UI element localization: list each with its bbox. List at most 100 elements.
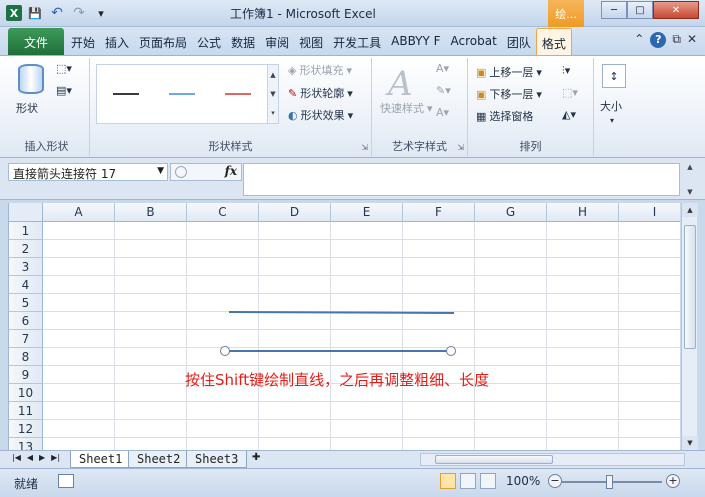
undo-icon[interactable]: ↶ <box>48 4 66 22</box>
textbox-icon[interactable]: ▤▾ <box>56 84 72 97</box>
close-workbook-icon[interactable]: ✕ <box>687 32 697 48</box>
column-header[interactable]: I <box>619 203 680 222</box>
style-option-blue[interactable] <box>169 93 195 95</box>
insert-sheet-icon[interactable]: ✚ <box>252 452 270 466</box>
style-option-dark[interactable] <box>113 93 139 95</box>
customize-qat-icon[interactable]: ▾ <box>92 4 110 22</box>
send-backward-button[interactable]: ▣ 下移一层 ▾ <box>476 86 542 102</box>
text-outline-icon[interactable]: ✎▾ <box>436 84 451 97</box>
row-header[interactable]: 7 <box>9 330 43 348</box>
shape-fill-button[interactable]: ◈ 形状填充 ▾ <box>288 62 352 78</box>
row-header[interactable]: 13 <box>9 438 43 450</box>
size-dropdown-icon[interactable]: ▾ <box>610 116 614 125</box>
rotate-icon[interactable]: ◭▾ <box>562 108 576 121</box>
tab-6[interactable]: 视图 <box>294 28 328 55</box>
scroll-up-icon[interactable]: ▲ <box>682 203 698 217</box>
zoom-level[interactable]: 100% <box>506 474 540 488</box>
excel-logo-icon[interactable]: X <box>6 5 22 21</box>
sheet-tab-2[interactable]: Sheet2 <box>128 451 190 468</box>
column-header[interactable]: H <box>547 203 619 222</box>
sheet-tab-1[interactable]: Sheet1 <box>70 451 132 468</box>
insert-function-button[interactable]: fx <box>225 164 237 178</box>
selection-pane-button[interactable]: ▦ 选择窗格 <box>476 108 533 124</box>
size-button[interactable]: 大小 <box>600 98 622 114</box>
tab-7[interactable]: 开发工具 <box>328 28 386 55</box>
column-header[interactable]: B <box>115 203 187 222</box>
row-header[interactable]: 2 <box>9 240 43 258</box>
bring-forward-button[interactable]: ▣ 上移一层 ▾ <box>476 64 542 80</box>
shape-outline-button[interactable]: ✎ 形状轮廓 ▾ <box>288 85 353 101</box>
tab-8[interactable]: ABBYY F <box>386 28 445 55</box>
tab-4[interactable]: 数据 <box>226 28 260 55</box>
text-fill-icon[interactable]: A▾ <box>436 62 449 75</box>
line-end-handle[interactable] <box>446 346 456 356</box>
page-layout-view-button[interactable] <box>460 473 476 489</box>
close-button[interactable]: ✕ <box>653 1 699 19</box>
column-header[interactable]: C <box>187 203 259 222</box>
column-header[interactable]: E <box>331 203 403 222</box>
tab-2[interactable]: 页面布局 <box>134 28 192 55</box>
vertical-scroll-thumb[interactable] <box>684 225 696 349</box>
line-start-handle[interactable] <box>220 346 230 356</box>
minimize-ribbon-icon[interactable]: ⌃ <box>634 32 644 48</box>
restore-workbook-icon[interactable]: ⧉ <box>672 32 681 48</box>
quick-styles-button[interactable]: 快速样式 ▾ <box>380 100 433 116</box>
zoom-in-icon[interactable]: + <box>666 474 680 488</box>
row-header[interactable]: 9 <box>9 366 43 384</box>
size-icon[interactable]: ↕ <box>602 64 626 88</box>
sheet-tab-3[interactable]: Sheet3 <box>186 451 248 468</box>
name-box-dropdown-icon[interactable]: ▼ <box>157 166 164 176</box>
first-sheet-icon[interactable]: |◀ <box>12 453 21 462</box>
shape-effects-button[interactable]: ◐ 形状效果 ▾ <box>288 107 353 123</box>
column-header[interactable]: G <box>475 203 547 222</box>
column-header[interactable]: F <box>403 203 475 222</box>
minimize-button[interactable]: ─ <box>601 1 627 19</box>
align-icon[interactable]: ⫶▾ <box>562 64 570 78</box>
column-header[interactable]: D <box>259 203 331 222</box>
row-header[interactable]: 5 <box>9 294 43 312</box>
prev-sheet-icon[interactable]: ◀ <box>27 453 33 462</box>
shape-styles-gallery[interactable]: ▲ ▼ ▾ <box>96 64 279 124</box>
group-objects-icon[interactable]: ⬚▾ <box>562 86 578 99</box>
next-sheet-icon[interactable]: ▶ <box>39 453 45 462</box>
maximize-button[interactable]: □ <box>627 1 653 19</box>
row-header[interactable]: 6 <box>9 312 43 330</box>
tab-11[interactable]: 格式 <box>535 28 572 55</box>
zoom-knob[interactable] <box>606 475 613 489</box>
zoom-slider[interactable]: − + <box>548 474 680 489</box>
worksheet-grid[interactable]: 按住Shift键绘制直线，之后再调整粗细、长度 ABCDEFGHI1234567… <box>8 203 680 450</box>
tab-0[interactable]: 开始 <box>66 28 100 55</box>
row-header[interactable]: 4 <box>9 276 43 294</box>
scroll-down-icon[interactable]: ▼ <box>682 436 698 450</box>
vertical-scrollbar[interactable]: ▲ ▼ <box>681 203 698 450</box>
gallery-scroll[interactable]: ▲ ▼ ▾ <box>267 64 279 124</box>
wordart-launcher-icon[interactable]: ⇲ <box>457 143 464 152</box>
file-tab[interactable]: 文件 <box>8 28 64 55</box>
row-header[interactable]: 8 <box>9 348 43 366</box>
formula-input[interactable] <box>243 163 680 196</box>
row-header[interactable]: 3 <box>9 258 43 276</box>
style-option-red[interactable] <box>225 93 251 95</box>
row-header[interactable]: 1 <box>9 222 43 240</box>
drawn-line-upper[interactable] <box>228 311 455 314</box>
help-icon[interactable]: ? <box>650 32 667 48</box>
tab-3[interactable]: 公式 <box>192 28 226 55</box>
tab-5[interactable]: 审阅 <box>260 28 294 55</box>
macro-record-icon[interactable] <box>58 474 74 488</box>
tab-9[interactable]: Acrobat <box>446 28 502 55</box>
normal-view-button[interactable] <box>440 473 456 489</box>
tab-10[interactable]: 团队 <box>502 28 536 55</box>
last-sheet-icon[interactable]: ▶| <box>51 453 60 462</box>
zoom-out-icon[interactable]: − <box>548 474 562 488</box>
row-header[interactable]: 11 <box>9 402 43 420</box>
page-break-view-button[interactable] <box>480 473 496 489</box>
save-icon[interactable]: 💾 <box>26 4 44 22</box>
shapes-button[interactable] <box>18 64 44 94</box>
shape-styles-launcher-icon[interactable]: ⇲ <box>361 143 368 152</box>
row-header[interactable]: 12 <box>9 420 43 438</box>
redo-icon[interactable]: ↷ <box>70 4 88 22</box>
name-box[interactable]: 直接箭头连接符 17 ▼ <box>8 163 168 181</box>
formula-cancel-icon[interactable] <box>175 166 187 178</box>
column-header[interactable]: A <box>43 203 115 222</box>
text-effects-icon[interactable]: A▾ <box>436 106 449 119</box>
